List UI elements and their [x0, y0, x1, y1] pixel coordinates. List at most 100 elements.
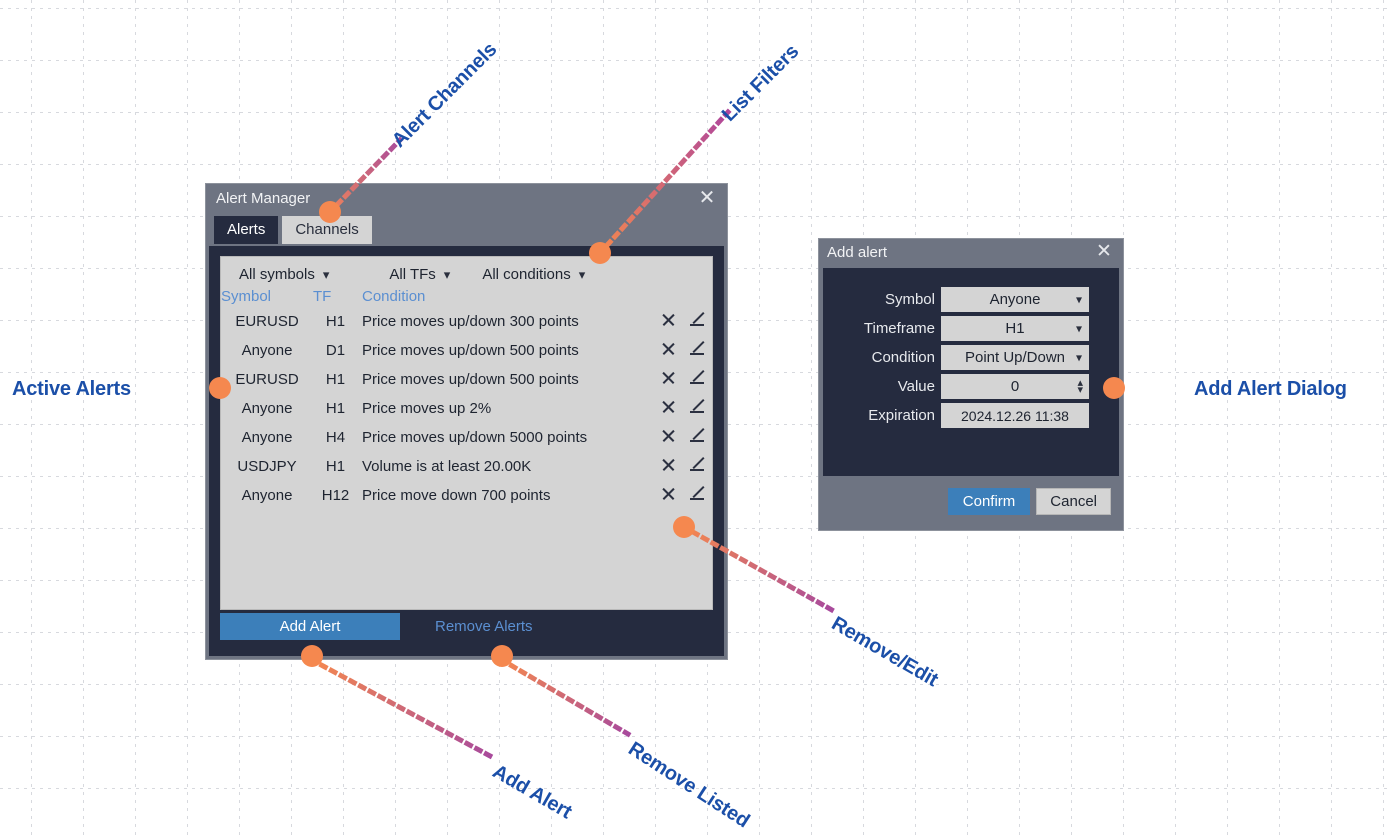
alert-manager-title: Alert Manager: [216, 190, 311, 207]
cell-condition: Price move down 700 points: [362, 487, 551, 504]
grid-line-horizontal: [0, 8, 1390, 9]
filter-timeframes[interactable]: All TFs ▾: [389, 266, 450, 283]
tab-channels-label: Channels: [295, 221, 359, 238]
filter-symbols[interactable]: All symbols ▾: [239, 266, 329, 283]
condition-label: Condition: [871, 349, 935, 366]
edit-icon[interactable]: [689, 369, 705, 385]
remove-icon[interactable]: [661, 428, 676, 443]
edit-icon[interactable]: [689, 485, 705, 501]
chevron-down-icon: ▾: [1075, 349, 1082, 364]
cell-condition: Price moves up 2%: [362, 400, 492, 417]
alert-manager-window: Alert Manager ✕ Alerts Channels All symb…: [205, 183, 728, 660]
chevron-down-icon: ▾: [578, 266, 586, 282]
table-row[interactable]: Anyone H12 Price move down 700 points: [221, 481, 712, 510]
cell-symbol: EURUSD: [235, 313, 299, 330]
stepper-arrows[interactable]: ▴ ▾: [1077, 377, 1083, 395]
condition-select[interactable]: Point Up/Down ▾: [941, 345, 1089, 370]
grid-line-horizontal: [0, 684, 1390, 685]
cell-edit: [682, 452, 712, 481]
cell-remove: [654, 423, 682, 452]
value-label: Value: [897, 378, 935, 395]
remove-icon[interactable]: [661, 399, 676, 414]
remove-icon[interactable]: [661, 370, 676, 385]
column-header-edit: [682, 287, 712, 307]
cell-remove: [654, 365, 682, 394]
column-header-condition: Condition: [362, 288, 426, 305]
alert-manager-titlebar: Alert Manager ✕: [206, 184, 727, 216]
grid-line-vertical: [1383, 0, 1384, 835]
timeframe-value: H1: [1005, 320, 1025, 337]
grid-line-horizontal: [0, 164, 1390, 165]
cell-condition: Volume is at least 20.00K: [362, 458, 532, 475]
confirm-button[interactable]: Confirm: [947, 487, 1031, 515]
alert-list-panel: All symbols ▾ All TFs ▾ All conditions ▾…: [220, 256, 713, 610]
symbol-select[interactable]: Anyone ▾: [941, 287, 1089, 312]
cell-edit: [682, 481, 712, 510]
table-row[interactable]: EURUSD H1 Price moves up/down 300 points: [221, 307, 712, 336]
add-alert-dialog: Add alert ✕ Symbol Anyone ▾ Timeframe H1…: [818, 238, 1124, 531]
edit-icon[interactable]: [689, 427, 705, 443]
expiration-label: Expiration: [868, 407, 935, 424]
grid-line-horizontal: [0, 60, 1390, 61]
field-row-symbol: Symbol Anyone ▾: [823, 287, 1119, 312]
grid-line-horizontal: [0, 736, 1390, 737]
table-row[interactable]: USDJPY H1 Volume is at least 20.00K: [221, 452, 712, 481]
grid-line-vertical: [31, 0, 32, 835]
tab-channels[interactable]: Channels: [282, 216, 372, 244]
alert-manager-tabs: Alerts Channels: [214, 216, 372, 244]
symbol-label: Symbol: [884, 291, 935, 308]
remove-icon[interactable]: [661, 486, 676, 501]
chevron-down-icon[interactable]: ▾: [1077, 384, 1083, 395]
remove-icon[interactable]: [661, 341, 676, 356]
table-row[interactable]: Anyone D1 Price moves up/down 500 points: [221, 336, 712, 365]
filter-timeframes-label: All TFs: [389, 266, 436, 283]
add-alert-titlebar: Add alert ✕: [819, 239, 1123, 268]
table-row[interactable]: Anyone H4 Price moves up/down 5000 points: [221, 423, 712, 452]
edit-icon[interactable]: [689, 340, 705, 356]
condition-value: Point Up/Down: [964, 349, 1066, 366]
filter-symbols-label: All symbols: [239, 266, 315, 283]
cell-edit: [682, 307, 712, 336]
close-icon[interactable]: ✕: [1092, 240, 1116, 264]
tab-alerts[interactable]: Alerts: [214, 216, 279, 244]
timeframe-select[interactable]: H1 ▾: [941, 316, 1089, 341]
filter-conditions-label: All conditions: [482, 266, 571, 283]
edit-icon[interactable]: [689, 311, 705, 327]
cell-symbol: Anyone: [241, 342, 293, 359]
expiration-value: 2024.12.26 11:38: [961, 407, 1069, 424]
cancel-button[interactable]: Cancel: [1036, 487, 1111, 515]
add-alert-title: Add alert: [827, 244, 888, 261]
cell-symbol: USDJPY: [237, 458, 297, 475]
cell-tf: H4: [325, 429, 346, 446]
remove-alerts-button[interactable]: Remove Alerts: [429, 617, 539, 636]
edit-icon[interactable]: [689, 398, 705, 414]
grid-line-vertical: [1331, 0, 1332, 835]
chevron-down-icon: ▾: [443, 266, 451, 282]
grid-line-vertical: [187, 0, 188, 835]
cell-edit: [682, 365, 712, 394]
cell-condition: Price moves up/down 500 points: [362, 371, 579, 388]
value-stepper[interactable]: 0 ▴ ▾: [941, 374, 1089, 399]
add-alert-button[interactable]: Add Alert: [220, 613, 400, 640]
filter-conditions[interactable]: All conditions ▾: [482, 266, 585, 283]
table-row[interactable]: EURUSD H1 Price moves up/down 500 points: [221, 365, 712, 394]
cell-remove: [654, 336, 682, 365]
grid-line-vertical: [1175, 0, 1176, 835]
close-icon[interactable]: ✕: [695, 186, 719, 210]
table-header-row: Symbol TF Condition: [221, 287, 712, 307]
cell-tf: H1: [325, 400, 346, 417]
remove-icon[interactable]: [661, 312, 676, 327]
cell-tf: D1: [325, 342, 346, 359]
chevron-down-icon: ▾: [1075, 291, 1082, 306]
expiration-input[interactable]: 2024.12.26 11:38: [941, 403, 1089, 428]
field-row-expiration: Expiration 2024.12.26 11:38: [823, 403, 1119, 428]
cell-remove: [654, 307, 682, 336]
remove-icon[interactable]: [661, 457, 676, 472]
table-row[interactable]: Anyone H1 Price moves up 2%: [221, 394, 712, 423]
cell-edit: [682, 423, 712, 452]
edit-icon[interactable]: [689, 456, 705, 472]
field-row-value: Value 0 ▴ ▾: [823, 374, 1119, 399]
cell-tf: H1: [325, 458, 346, 475]
cell-tf: H12: [321, 487, 350, 504]
value-number: 0: [1010, 378, 1020, 395]
